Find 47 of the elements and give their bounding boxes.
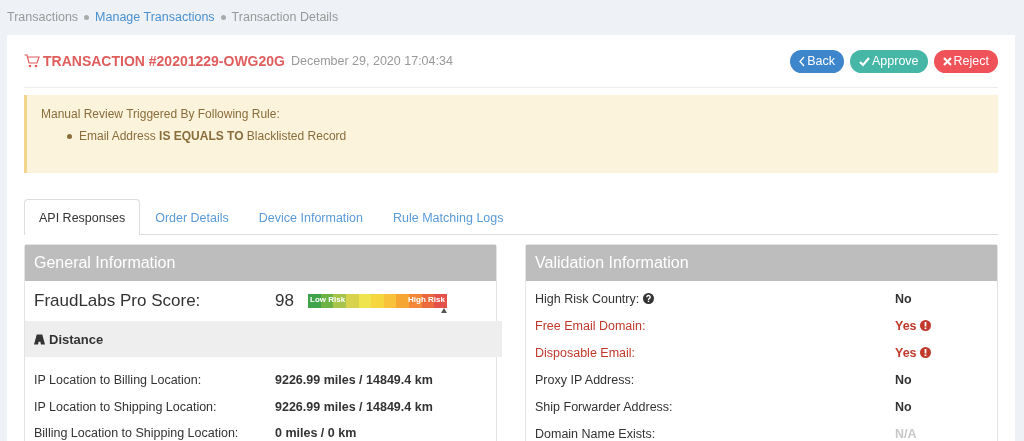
breadcrumb-item: Transaction Details <box>231 10 339 24</box>
score-label: FraudLabs Pro Score: <box>34 291 202 311</box>
transaction-title: TRANSACTION #20201229-OWG20G <box>43 53 285 69</box>
row-value: Yes <box>895 318 917 333</box>
approve-button[interactable]: Approve <box>850 49 928 73</box>
transaction-date: December 29, 2020 17:04:34 <box>290 54 453 68</box>
bullet-icon <box>67 134 72 139</box>
tab[interactable]: API Responses <box>24 199 141 235</box>
help-icon <box>643 293 655 304</box>
tab[interactable]: Order Details <box>140 199 244 235</box>
tab[interactable]: Device Information <box>243 199 379 235</box>
row-label: Billing Location to Shipping Location: <box>34 426 240 441</box>
road-icon <box>34 333 45 345</box>
close-icon <box>942 56 952 66</box>
row-label: Proxy IP Address: <box>535 372 635 387</box>
meter-label: Low Risk <box>310 295 346 304</box>
panel-title: General Information <box>25 245 496 281</box>
reject-button[interactable]: Reject <box>933 49 998 73</box>
row-label: Free Email Domain: <box>535 318 646 333</box>
row-value: Yes <box>895 345 917 360</box>
row-value: 0 miles / 0 km <box>275 426 357 441</box>
row-label: Disposable Email: <box>535 345 636 360</box>
row-label: IP Location to Shipping Location: <box>34 399 218 414</box>
back-button[interactable]: Back <box>790 49 844 73</box>
tab[interactable]: Rule Matching Logs <box>378 199 519 235</box>
exclamation-icon <box>919 347 931 358</box>
row-value: 9226.99 miles / 14849.4 km <box>275 399 433 414</box>
cart-icon <box>24 54 40 68</box>
section-title: Distance <box>49 331 104 347</box>
panel-title: Validation Information <box>526 245 997 281</box>
row-value: No <box>895 399 912 414</box>
row-label: High Risk Country: <box>535 291 640 306</box>
chevron-left-icon <box>799 55 806 67</box>
breadcrumb-link[interactable]: Manage Transactions <box>95 10 215 24</box>
breadcrumb-item: Transactions <box>7 10 79 24</box>
row-value: No <box>895 291 912 306</box>
row-label: Domain Name Exists: <box>535 426 656 441</box>
rule-text: Email Address IS EQUALS TO Blacklisted Record <box>79 128 347 145</box>
row-label: IP Location to Billing Location: <box>34 373 203 388</box>
exclamation-icon <box>919 320 931 331</box>
score-value: 98 <box>275 291 295 311</box>
check-icon <box>859 55 870 67</box>
row-label: Ship Forwarder Address: <box>535 399 673 414</box>
row-value: No <box>895 372 912 387</box>
meter-label: High Risk <box>408 295 445 304</box>
alert-title: Manual Review Triggered By Following Rule: <box>41 107 281 121</box>
row-value: 9226.99 miles / 14849.4 km <box>275 373 433 388</box>
